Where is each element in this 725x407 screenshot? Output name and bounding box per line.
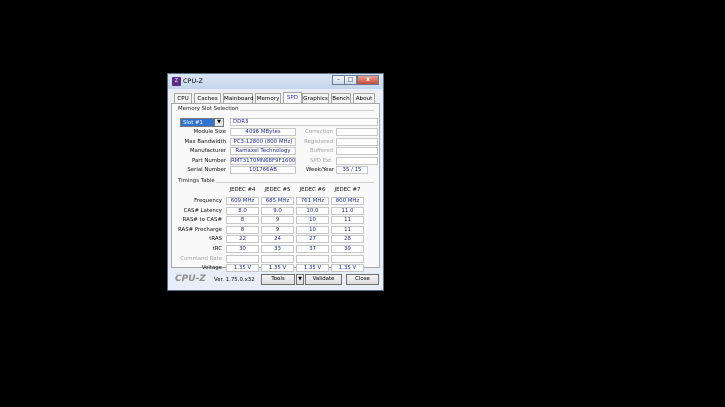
module-size-field: 4096 MBytes [230,128,296,136]
module-size-label: Module Size [193,129,226,135]
cpuz-icon: Z [172,77,181,86]
timings-cell: 9 [261,216,294,225]
timings-cell: 685 MHz [261,197,294,205]
spd-ext-field [336,157,378,165]
timings-cell: 8 [226,216,259,225]
manufacturer-field: Ramaxel Technology [230,147,296,155]
correction-field [336,128,378,136]
timings-cell: 609 MHz [226,197,259,205]
timings-cell [331,254,364,263]
spd-ext-label: SPD Ext. [310,158,333,164]
timings-cell: 10 [296,216,329,225]
timings-cell: 10 [296,225,329,234]
validate-button[interactable]: Validate [305,274,342,285]
tab-caches[interactable]: Caches [194,93,221,103]
tools-button[interactable]: Tools [261,274,295,285]
timings-cell: 22 [226,235,259,244]
timings-row-label: CAS# Latency [183,207,222,214]
timings-row-label: Frequency [194,198,222,204]
tab-memory[interactable]: Memory [255,93,281,103]
window-body: CPU Caches Mainboard Memory SPD Graphics Bench… [171,92,380,273]
part-number-field: RMT3170MN68F9F1600 [230,157,296,165]
timings-cell: 37 [296,245,329,253]
chevron-down-icon[interactable]: ▼ [214,119,223,126]
part-number-label: Part Number [191,158,226,164]
timings-group-title: Timings Table [177,178,216,184]
cpuz-window: Z CPU-Z – □ x CPU Caches Mainboard Memory SP… [167,73,384,291]
timings-row-label: RAS# Precharge [178,226,222,233]
memory-type-field: DDR3 [230,118,378,126]
window-title: CPU-Z [183,77,204,85]
timings-cell: 28 [331,235,364,244]
manufacturer-label: Manufacturer [189,148,226,154]
timings-cell: 9 [261,225,294,234]
close-button[interactable]: Close [346,274,379,285]
timings-column-header: JEDEC #6 [299,187,326,193]
timings-cell: 33 [261,245,294,253]
memory-slot-group-title: Memory Slot Selection [177,106,240,112]
timings-column-header: JEDEC #4 [229,187,256,193]
slot-select[interactable]: Slot #1 ▼ [180,118,224,127]
timings-cell: 30 [226,245,259,253]
tab-bench[interactable]: Bench [331,93,351,103]
serial-number-label: Serial Number [187,167,226,173]
footer: CPU-Z Ver. 1.75.0.x32 Tools ▼ Validate C… [171,271,380,288]
serial-number-field: 101766AB [230,166,296,174]
timings-cell: 39 [331,245,364,253]
timings-row-label: tRC [212,246,222,252]
close-window-button[interactable]: x [357,75,379,85]
timings-cell: 9.0 [261,206,294,215]
registered-label: Registered [304,139,333,145]
tab-bar: CPU Caches Mainboard Memory SPD Graphics Bench… [171,92,380,104]
maximize-button[interactable]: □ [344,75,357,85]
timings-cell: 11 [331,225,364,234]
tab-cpu[interactable]: CPU [174,93,192,103]
timings-column-header: JEDEC #7 [334,187,361,193]
timings-column-header: JEDEC #5 [264,187,291,193]
timings-row-label: Command Rate [180,255,222,262]
week-year-field: 35 / 15 [336,166,368,174]
timings-cell [226,254,259,263]
timings-row-label: tRAS [209,236,222,243]
correction-label: Correction [305,129,333,135]
timings-cell: 24 [261,235,294,244]
timings-cell: 27 [296,235,329,244]
tab-mainboard[interactable]: Mainboard [223,93,254,103]
max-bandwidth-field: PC3-12800 (800 MHz) [230,138,296,146]
buffered-field [336,147,378,155]
title-bar[interactable]: Z CPU-Z – □ x [168,74,383,89]
tab-about[interactable]: About [353,93,375,103]
cpuz-logo: CPU-Z [175,274,206,284]
version-text: Ver. 1.75.0.x32 [214,277,255,283]
week-year-label: Week/Year [306,167,334,173]
timings-cell: 800 MHz [331,197,364,205]
timings-cell: 8.0 [226,206,259,215]
timings-cell: 11 [331,216,364,225]
timings-cell: 8 [226,225,259,234]
slot-select-value: Slot #1 [183,120,203,126]
max-bandwidth-label: Max Bandwidth [184,139,226,145]
timings-cell [261,254,294,263]
timings-cell: 10.0 [296,206,329,215]
timings-cell [296,254,329,263]
registered-field [336,138,378,146]
chevron-down-icon[interactable]: ▼ [296,274,304,285]
tab-graphics[interactable]: Graphics [302,93,329,103]
spd-pane: Memory Slot Selection Slot #1 ▼ DDR3 Mod… [171,103,380,273]
buffered-label: Buffered [310,148,333,154]
timings-cell: 761 MHz [296,197,329,205]
timings-cell: 11.0 [331,206,364,215]
timings-row-label: RAS# to CAS# [182,217,222,224]
